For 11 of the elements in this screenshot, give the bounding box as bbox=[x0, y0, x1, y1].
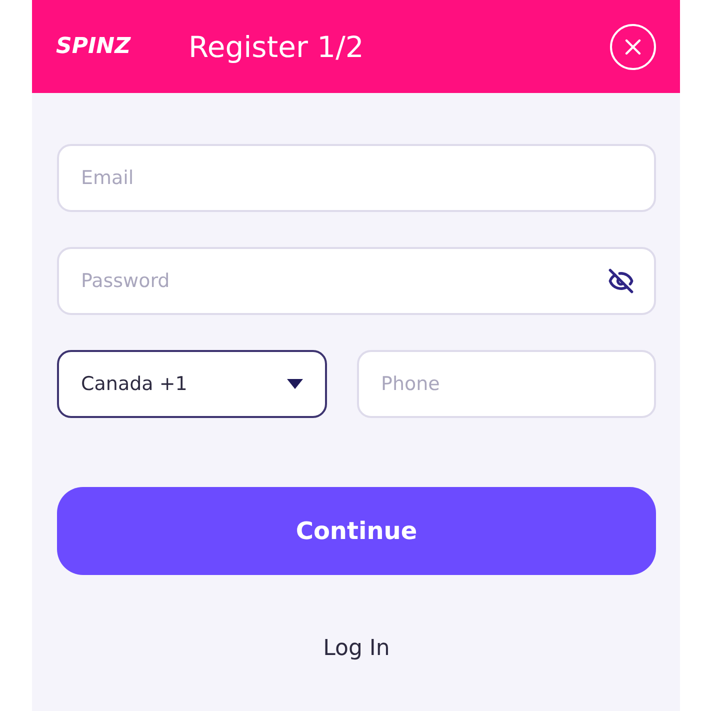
login-link[interactable]: Log In bbox=[323, 636, 390, 661]
logo: SPINZ bbox=[56, 34, 131, 59]
country-select[interactable]: Canada +1 bbox=[57, 350, 327, 418]
password-field[interactable]: Password bbox=[57, 247, 656, 315]
eye-off-icon[interactable] bbox=[608, 268, 634, 294]
email-field[interactable]: Email bbox=[57, 144, 656, 212]
caret-icon bbox=[287, 379, 303, 389]
continue-button[interactable]: Continue bbox=[57, 487, 656, 575]
phone-field[interactable]: Phone bbox=[357, 350, 656, 418]
close-button[interactable] bbox=[610, 24, 656, 70]
dialog-title: Register 1/2 bbox=[188, 30, 365, 64]
